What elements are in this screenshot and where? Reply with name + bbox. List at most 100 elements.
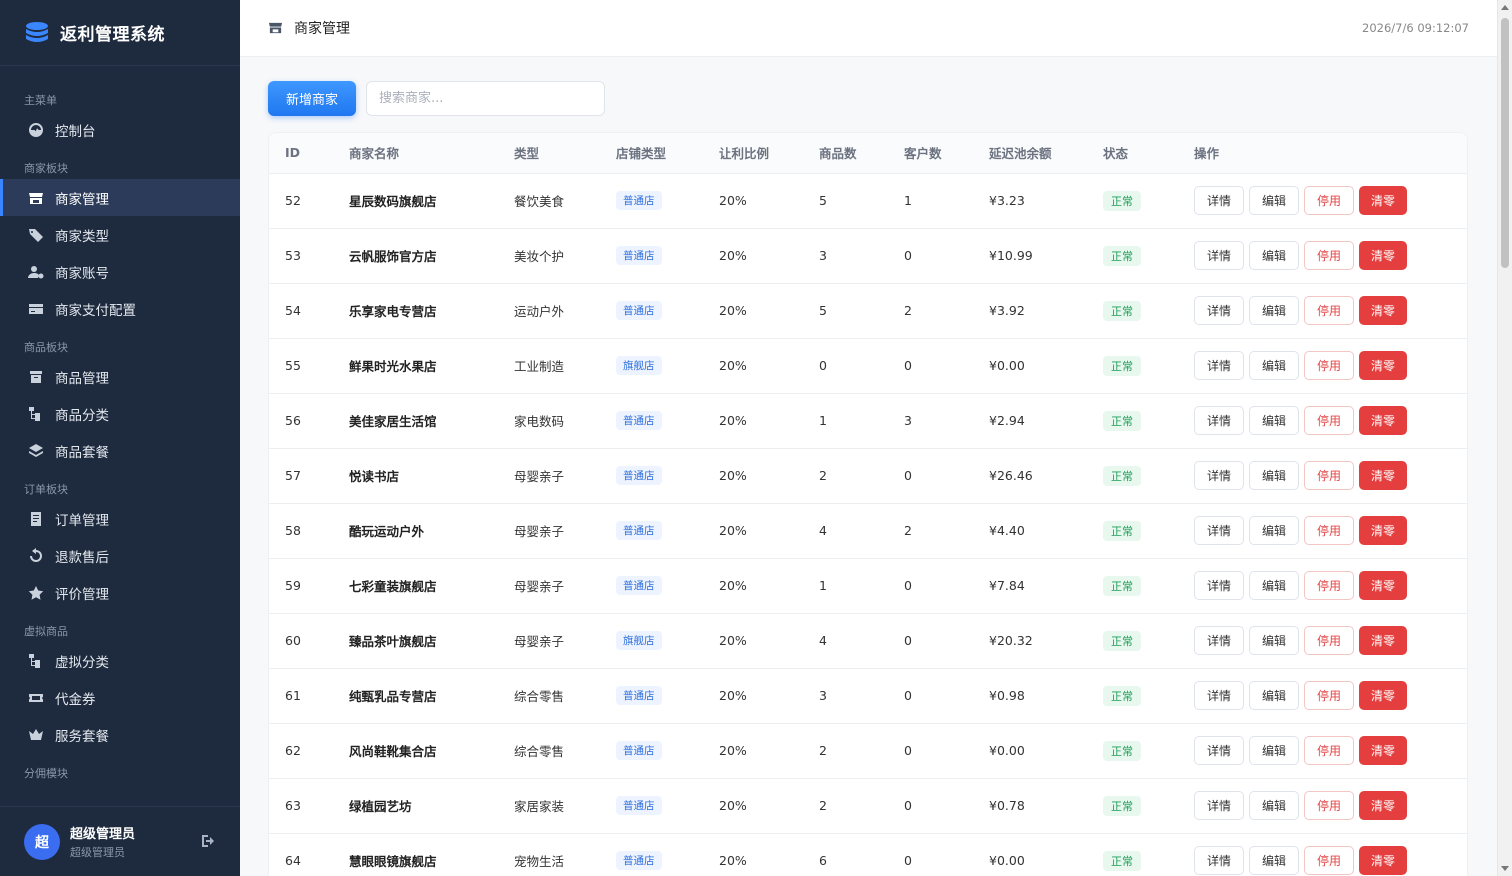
disable-button[interactable]: 停用 — [1304, 461, 1354, 490]
clear-button[interactable]: 清零 — [1359, 296, 1407, 325]
edit-button[interactable]: 编辑 — [1249, 681, 1299, 710]
row-actions: 详情 编辑 停用 清零 — [1194, 406, 1467, 435]
disable-button[interactable]: 停用 — [1304, 846, 1354, 875]
sidebar-item-product-categories[interactable]: 商品分类 — [0, 395, 240, 432]
detail-button[interactable]: 详情 — [1194, 846, 1244, 875]
sidebar-item-dashboard[interactable]: 控制台 — [0, 111, 240, 148]
status-badge: 正常 — [1103, 245, 1141, 266]
sidebar-nav: 主菜单 控制台 商家板块 商家管理 商家类型 商家账号 商家支付配置 商品板块 … — [0, 66, 240, 784]
edit-button[interactable]: 编辑 — [1249, 846, 1299, 875]
disable-button[interactable]: 停用 — [1304, 791, 1354, 820]
detail-button[interactable]: 详情 — [1194, 296, 1244, 325]
disable-button[interactable]: 停用 — [1304, 681, 1354, 710]
clear-button[interactable]: 清零 — [1359, 846, 1407, 875]
clear-button[interactable]: 清零 — [1359, 186, 1407, 215]
sidebar-item-virtual-categories[interactable]: 虚拟分类 — [0, 642, 240, 679]
column-header[interactable]: 店铺类型 — [600, 133, 703, 174]
detail-button[interactable]: 详情 — [1194, 681, 1244, 710]
clear-button[interactable]: 清零 — [1359, 516, 1407, 545]
disable-button[interactable]: 停用 — [1304, 351, 1354, 380]
edit-button[interactable]: 编辑 — [1249, 351, 1299, 380]
detail-button[interactable]: 详情 — [1194, 791, 1244, 820]
clear-button[interactable]: 清零 — [1359, 681, 1407, 710]
sidebar-item-merchant-types[interactable]: 商家类型 — [0, 216, 240, 253]
detail-button[interactable]: 详情 — [1194, 571, 1244, 600]
clear-button[interactable]: 清零 — [1359, 571, 1407, 600]
scroll-down-icon[interactable] — [1501, 866, 1509, 871]
add-merchant-button[interactable]: 新增商家 — [268, 81, 356, 116]
detail-button[interactable]: 详情 — [1194, 736, 1244, 765]
column-header[interactable]: 客户数 — [888, 133, 973, 174]
disable-button[interactable]: 停用 — [1304, 186, 1354, 215]
edit-button[interactable]: 编辑 — [1249, 241, 1299, 270]
detail-button[interactable]: 详情 — [1194, 186, 1244, 215]
page-scrollbar[interactable] — [1497, 0, 1512, 876]
detail-button[interactable]: 详情 — [1194, 351, 1244, 380]
edit-button[interactable]: 编辑 — [1249, 296, 1299, 325]
sidebar-item-merchant-payment[interactable]: 商家支付配置 — [0, 290, 240, 327]
edit-button[interactable]: 编辑 — [1249, 516, 1299, 545]
disable-button[interactable]: 停用 — [1304, 736, 1354, 765]
row-actions: 详情 编辑 停用 清零 — [1194, 241, 1467, 270]
sidebar-item-merchant-accounts[interactable]: 商家账号 — [0, 253, 240, 290]
disable-button[interactable]: 停用 — [1304, 626, 1354, 655]
clear-button[interactable]: 清零 — [1359, 406, 1407, 435]
disable-button[interactable]: 停用 — [1304, 406, 1354, 435]
detail-button[interactable]: 详情 — [1194, 241, 1244, 270]
clear-button[interactable]: 清零 — [1359, 736, 1407, 765]
app-title: 返利管理系统 — [60, 25, 165, 45]
sidebar-item-order-management[interactable]: 订单管理 — [0, 500, 240, 537]
sidebar-item-refunds[interactable]: 退款售后 — [0, 537, 240, 574]
disable-button[interactable]: 停用 — [1304, 241, 1354, 270]
app-logo[interactable]: 返利管理系统 — [0, 0, 240, 66]
column-header[interactable]: ID — [269, 133, 333, 174]
disable-button[interactable]: 停用 — [1304, 516, 1354, 545]
edit-button[interactable]: 编辑 — [1249, 791, 1299, 820]
customer-count: 2 — [888, 503, 973, 559]
edit-button[interactable]: 编辑 — [1249, 736, 1299, 765]
column-header[interactable]: 延迟池余额 — [973, 133, 1087, 174]
clear-button[interactable]: 清零 — [1359, 791, 1407, 820]
clear-button[interactable]: 清零 — [1359, 461, 1407, 490]
table-row: 63 绿植园艺坊 家居家装 普通店 20% 2 0 ¥0.78 正常 详情 编辑 停用 清零 — [269, 778, 1467, 834]
detail-button[interactable]: 详情 — [1194, 406, 1244, 435]
logout-button[interactable] — [200, 833, 218, 851]
edit-button[interactable]: 编辑 — [1249, 406, 1299, 435]
sidebar-item-vouchers[interactable]: 代金券 — [0, 679, 240, 716]
row-actions: 详情 编辑 停用 清零 — [1194, 681, 1467, 710]
column-header[interactable]: 商品数 — [803, 133, 888, 174]
edit-button[interactable]: 编辑 — [1249, 186, 1299, 215]
search-input[interactable] — [366, 81, 605, 116]
actions-cell: 详情 编辑 停用 清零 — [1178, 448, 1467, 504]
sidebar-item-reviews[interactable]: 评价管理 — [0, 574, 240, 611]
shop-type-badge: 旗舰店 — [616, 631, 662, 650]
detail-button[interactable]: 详情 — [1194, 461, 1244, 490]
scrollbar-thumb[interactable] — [1501, 18, 1509, 268]
shop-type-cell: 普通店 — [600, 833, 703, 876]
column-header[interactable]: 状态 — [1087, 133, 1178, 174]
disable-button[interactable]: 停用 — [1304, 571, 1354, 600]
sidebar-item-product-bundles[interactable]: 商品套餐 — [0, 432, 240, 469]
column-header[interactable]: 商家名称 — [333, 133, 498, 174]
shop-type-cell: 普通店 — [600, 228, 703, 284]
delay-pool-balance: ¥4.40 — [973, 503, 1087, 559]
sidebar-item-product-management[interactable]: 商品管理 — [0, 358, 240, 395]
column-header[interactable]: 让利比例 — [703, 133, 803, 174]
sidebar-item-label: 商家类型 — [55, 228, 109, 245]
avatar[interactable]: 超 — [24, 823, 60, 860]
edit-button[interactable]: 编辑 — [1249, 461, 1299, 490]
nav-group-order: 订单板块 — [24, 483, 68, 496]
clear-button[interactable]: 清零 — [1359, 351, 1407, 380]
detail-button[interactable]: 详情 — [1194, 626, 1244, 655]
disable-button[interactable]: 停用 — [1304, 296, 1354, 325]
sidebar-item-merchant-management[interactable]: 商家管理 — [0, 179, 240, 216]
clear-button[interactable]: 清零 — [1359, 241, 1407, 270]
detail-button[interactable]: 详情 — [1194, 516, 1244, 545]
edit-button[interactable]: 编辑 — [1249, 571, 1299, 600]
clear-button[interactable]: 清零 — [1359, 626, 1407, 655]
scroll-up-icon[interactable] — [1501, 5, 1509, 10]
edit-button[interactable]: 编辑 — [1249, 626, 1299, 655]
sidebar-item-service-packages[interactable]: 服务套餐 — [0, 716, 240, 753]
nav-group-virtual: 虚拟商品 — [24, 625, 68, 638]
column-header[interactable]: 类型 — [498, 133, 600, 174]
